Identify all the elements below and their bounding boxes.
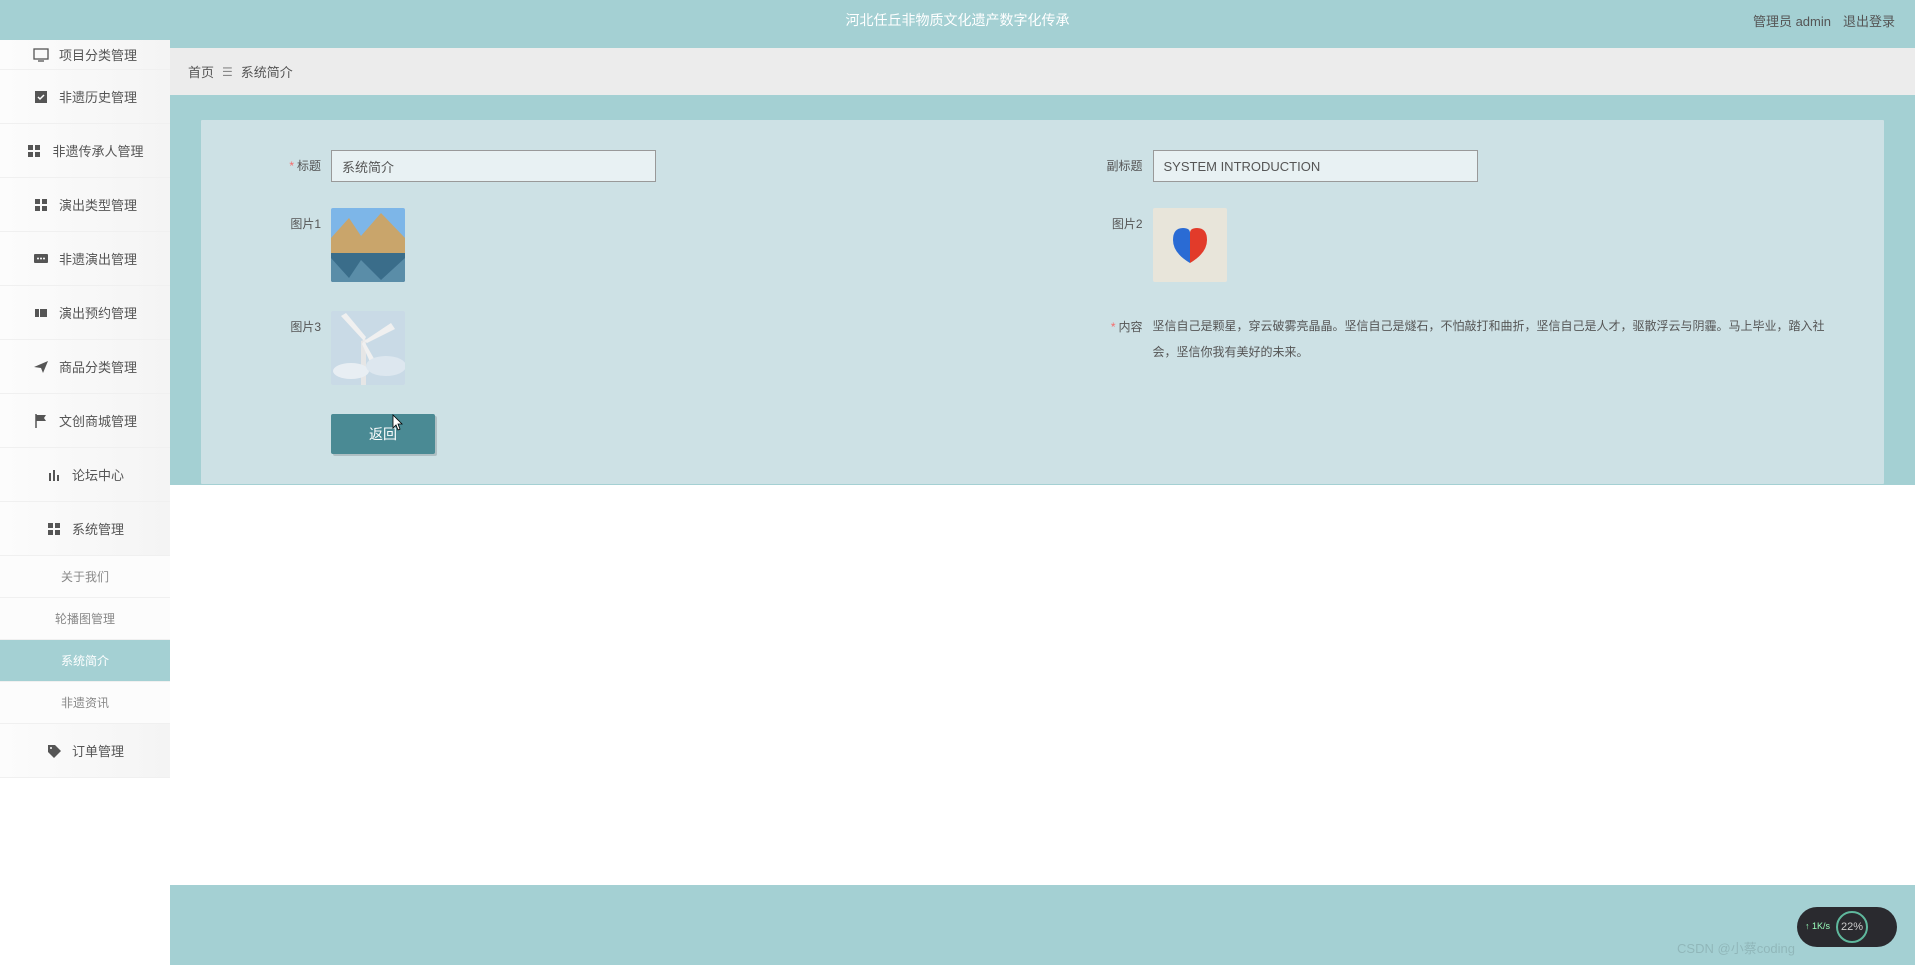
sidebar: 项目分类管理 非遗历史管理 非遗传承人管理 演出类型管理 非遗演出管理 演出预约…: [0, 40, 170, 965]
check-square-icon: [33, 89, 49, 105]
row-content: *内容 坚信自己是颗星，穿云破雾亮晶晶。坚信自己是燧石，不怕敲打和曲折，坚信自己…: [1063, 311, 1845, 388]
grid-icon: [33, 197, 49, 213]
header: 河北任丘非物质文化遗产数字化传承 管理员 admin 退出登录: [0, 0, 1915, 40]
sidebar-item-label: 演出预约管理: [59, 303, 137, 322]
sidebar-item-system[interactable]: 系统管理: [0, 502, 170, 556]
img2-thumb[interactable]: [1153, 208, 1227, 282]
label-img3: 图片3: [290, 320, 321, 334]
ticket-icon: [33, 305, 49, 321]
grid-icon: [46, 521, 62, 537]
sidebar-sub-carousel[interactable]: 轮播图管理: [0, 598, 170, 640]
content-text: 坚信自己是颗星，穿云破雾亮晶晶。坚信自己是燧石，不怕敲打和曲折，坚信自己是人才，…: [1153, 311, 1845, 366]
breadcrumb-home[interactable]: 首页: [188, 62, 214, 81]
chat-icon: [33, 251, 49, 267]
sidebar-sub-about[interactable]: 关于我们: [0, 556, 170, 598]
sidebar-item-show[interactable]: 非遗演出管理: [0, 232, 170, 286]
img1-thumb[interactable]: [331, 208, 405, 282]
sidebar-item-forum[interactable]: 论坛中心: [0, 448, 170, 502]
sidebar-item-label: 商品分类管理: [59, 357, 137, 376]
send-icon: [33, 359, 49, 375]
logout-link[interactable]: 退出登录: [1843, 11, 1895, 30]
sidebar-item-label: 系统管理: [72, 519, 124, 538]
sidebar-item-history[interactable]: 非遗历史管理: [0, 70, 170, 124]
sidebar-item-reservation[interactable]: 演出预约管理: [0, 286, 170, 340]
app-title: 河北任丘非物质文化遗产数字化传承: [846, 10, 1070, 30]
sidebar-item-showtype[interactable]: 演出类型管理: [0, 178, 170, 232]
label-content: 内容: [1118, 320, 1142, 334]
sidebar-item-project-category[interactable]: 项目分类管理: [0, 40, 170, 70]
row-img3: 图片3: [241, 311, 1023, 388]
breadcrumb-current: 系统简介: [241, 62, 293, 81]
row-subtitle: 副标题: [1063, 150, 1845, 182]
sidebar-item-orders[interactable]: 订单管理: [0, 724, 170, 778]
label-title: 标题: [297, 159, 321, 173]
sidebar-item-inheritor[interactable]: 非遗传承人管理: [0, 124, 170, 178]
sidebar-item-mall[interactable]: 文创商城管理: [0, 394, 170, 448]
sidebar-item-label: 演出类型管理: [59, 195, 137, 214]
content-area: 首页 ☰ 系统简介 *标题 副标题 图片1 图片: [170, 40, 1915, 965]
sidebar-item-product-category[interactable]: 商品分类管理: [0, 340, 170, 394]
grid-icon: [26, 143, 42, 159]
netmon-ring: 22%: [1836, 911, 1868, 943]
sidebar-item-label: 非遗历史管理: [59, 87, 137, 106]
breadcrumb: 首页 ☰ 系统简介: [170, 48, 1915, 95]
sidebar-item-label: 项目分类管理: [59, 45, 137, 64]
row-img2: 图片2: [1063, 208, 1845, 285]
tag-icon: [46, 743, 62, 759]
header-right: 管理员 admin 退出登录: [1753, 11, 1895, 30]
back-button[interactable]: 返回: [331, 414, 435, 454]
img3-thumb[interactable]: [331, 311, 405, 385]
network-monitor-widget[interactable]: ↑ 1K/s 22%: [1797, 907, 1897, 947]
sidebar-item-label: 论坛中心: [72, 465, 124, 484]
row-title: *标题: [241, 150, 1023, 182]
user-label[interactable]: 管理员 admin: [1753, 11, 1831, 30]
label-img2: 图片2: [1112, 217, 1143, 231]
sidebar-item-label: 订单管理: [72, 741, 124, 760]
form-card: *标题 副标题 图片1 图片2: [200, 119, 1885, 485]
sidebar-item-label: 文创商城管理: [59, 411, 137, 430]
below-white: [170, 485, 1915, 885]
flag-icon: [33, 413, 49, 429]
title-input[interactable]: [331, 150, 656, 182]
bars-icon: [46, 467, 62, 483]
label-img1: 图片1: [290, 217, 321, 231]
monitor-icon: [33, 47, 49, 63]
breadcrumb-separator-icon: ☰: [222, 65, 233, 79]
sidebar-item-label: 非遗演出管理: [59, 249, 137, 268]
row-img1: 图片1: [241, 208, 1023, 285]
sidebar-sub-news[interactable]: 非遗资讯: [0, 682, 170, 724]
sidebar-item-label: 非遗传承人管理: [52, 141, 143, 160]
label-subtitle: 副标题: [1106, 159, 1142, 173]
sidebar-sub-system-intro[interactable]: 系统简介: [0, 640, 170, 682]
netmon-stats: ↑ 1K/s: [1805, 921, 1830, 933]
subtitle-input[interactable]: [1153, 150, 1478, 182]
row-buttons: 返回: [241, 414, 1844, 454]
